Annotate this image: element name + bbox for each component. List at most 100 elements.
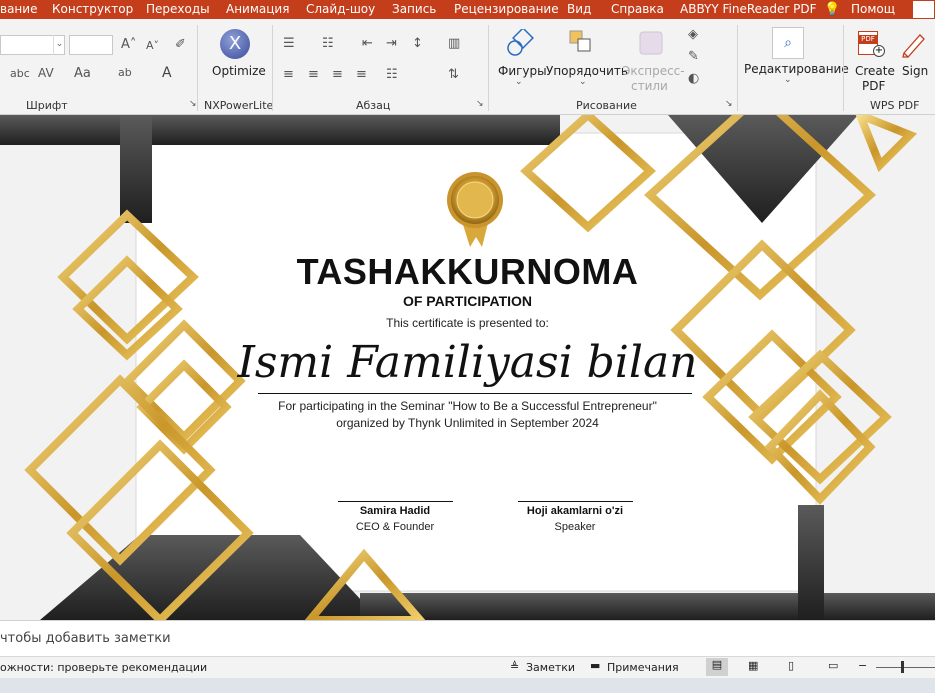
tab-transitions[interactable]: Переходы [146,2,210,16]
accessibility-status[interactable]: ожности: проверьте рекомендации [0,661,207,674]
share-icon[interactable] [912,0,935,19]
optimize-icon[interactable]: X [220,29,250,59]
outline-icon[interactable]: ✎ [688,49,699,64]
zoom-slider-thumb[interactable] [901,661,904,673]
comments-button[interactable]: Примечания [607,661,679,674]
divider [843,25,844,111]
express-styles-label: Экспресс- [622,64,685,78]
sign-icon[interactable] [900,29,928,59]
decrease-indent-icon[interactable]: ⇤ [362,36,373,51]
group-label-wps: WPS PDF [870,99,920,112]
columns-icon[interactable]: ▥ [448,36,460,51]
express-styles-label-2: стили [631,79,668,93]
slide-sorter-icon[interactable]: ▦ [748,659,758,672]
lightbulb-icon[interactable]: 💡 [824,2,840,17]
slide-canvas: TASHAKKURNOMA OF PARTICIPATION This cert… [0,115,935,620]
divider [737,25,738,111]
arrange-icon[interactable] [568,29,596,59]
create-pdf-icon[interactable]: PDF + [858,29,886,59]
notes-icon[interactable]: ≜ [510,660,519,673]
strikethrough-icon[interactable]: abc [10,67,30,80]
fill-icon[interactable]: ◈ [688,27,698,42]
chevron-down-icon[interactable]: ⌄ [579,77,587,87]
editing-button[interactable]: Редактирование [744,62,849,76]
tab-record[interactable]: Запись [392,2,436,16]
certificate-title[interactable]: TASHAKKURNOMA [0,251,935,293]
tab-design[interactable]: вание [0,2,37,16]
search-icon[interactable]: ⌕ [772,27,804,59]
divider [197,25,198,111]
font-color-icon[interactable]: A [162,65,172,81]
tab-review[interactable]: Рецензирование [454,2,559,16]
reading-view-icon[interactable]: ▯ [788,659,794,672]
zoom-out-icon[interactable]: − [858,659,867,672]
signer-1-role[interactable]: CEO & Founder [300,521,490,533]
tab-view[interactable]: Вид [567,2,591,16]
highlight-icon[interactable]: ab [118,66,132,79]
sign-button[interactable]: Sign [902,64,928,78]
signer-1-name[interactable]: Samira Hadid [300,505,490,517]
grow-font-icon[interactable]: A˄ [121,37,136,52]
group-label-paragraph: Абзац [356,99,391,112]
tab-slideshow[interactable]: Слайд-шоу [306,2,375,16]
gold-medal-icon [446,171,504,247]
signer-2-role[interactable]: Speaker [480,521,670,533]
certificate-subtitle[interactable]: OF PARTICIPATION [0,293,935,309]
dialog-launcher-icon[interactable]: ↘ [476,99,484,109]
bullets-icon[interactable]: ☰ [283,36,295,51]
shrink-font-icon[interactable]: A˅ [146,39,159,52]
chevron-down-icon[interactable]: ⌄ [515,77,523,87]
divider [488,25,489,111]
tab-abbyy[interactable]: ABBYY FineReader PDF [680,2,817,16]
dialog-launcher-icon[interactable]: ↘ [189,99,197,109]
notes-button[interactable]: Заметки [526,661,575,674]
status-bar: ожности: проверьте рекомендации ≜ Заметк… [0,656,935,678]
divider [272,25,273,111]
align-center-icon[interactable]: ≡ [308,67,319,82]
shapes-icon[interactable] [506,27,534,59]
text-direction-icon[interactable]: ⇅ [448,67,459,82]
increase-indent-icon[interactable]: ⇥ [386,36,397,51]
effects-icon[interactable]: ◐ [688,71,699,86]
presented-to-text[interactable]: This certificate is presented to: [0,316,935,330]
zoom-slider[interactable] [876,667,935,668]
pdf-badge: PDF [858,35,878,44]
shapes-button[interactable]: Фигуры [498,64,547,78]
recipient-name[interactable]: Ismi Familiyasi bilan [0,337,935,388]
ribbon-tab-bar: вание Конструктор Переходы Анимация Слай… [0,0,935,19]
notes-placeholder: чтобы добавить заметки [0,631,171,646]
chevron-down-icon[interactable]: ⌄ [53,35,65,55]
group-label-nxpowerlite: NXPowerLite [204,99,274,112]
comments-icon[interactable]: ▬ [590,659,600,672]
create-pdf-button-line2[interactable]: PDF [862,79,885,93]
tab-constructor[interactable]: Конструктор [52,2,133,16]
align-left-icon[interactable]: ≡ [283,67,294,82]
description-line-1[interactable]: For participating in the Seminar "How to… [0,399,935,413]
line-spacing-icon[interactable]: ↕ [412,36,423,51]
change-case-icon[interactable]: Aa [74,66,91,81]
align-right-icon[interactable]: ≡ [332,67,343,82]
numbering-icon[interactable]: ☷ [322,36,334,51]
char-spacing-icon[interactable]: AV [38,66,54,80]
optimize-button[interactable]: Optimize [212,64,266,78]
distribute-icon[interactable]: ☷ [386,67,398,82]
justify-icon[interactable]: ≡ [356,67,367,82]
group-label-drawing: Рисование [576,99,637,112]
create-pdf-button[interactable]: Create [855,64,895,78]
clear-format-icon[interactable]: ✐ [175,37,186,52]
name-underline [258,393,692,394]
tab-animation[interactable]: Анимация [226,2,289,16]
arrange-button[interactable]: Упорядочить [546,64,628,78]
ribbon: ⌄ A˄ A˅ ✐ abc AV Aa ab A Шрифт X Optimiz… [0,19,935,115]
slideshow-icon[interactable]: ▭ [828,659,838,672]
tab-help-search[interactable]: Помощ [851,2,895,16]
tab-help[interactable]: Справка [611,2,664,16]
quick-styles-icon [637,29,667,59]
normal-view-icon[interactable]: ▤ [706,658,728,676]
chevron-down-icon[interactable]: ⌄ [784,75,792,85]
description-line-2[interactable]: organized by Thynk Unlimited in Septembe… [0,416,935,430]
signer-2-name[interactable]: Hoji akamlarni o'zi [480,505,670,517]
notes-pane[interactable]: чтобы добавить заметки [0,620,935,656]
font-size-input[interactable] [69,35,113,55]
dialog-launcher-icon[interactable]: ↘ [725,99,733,109]
